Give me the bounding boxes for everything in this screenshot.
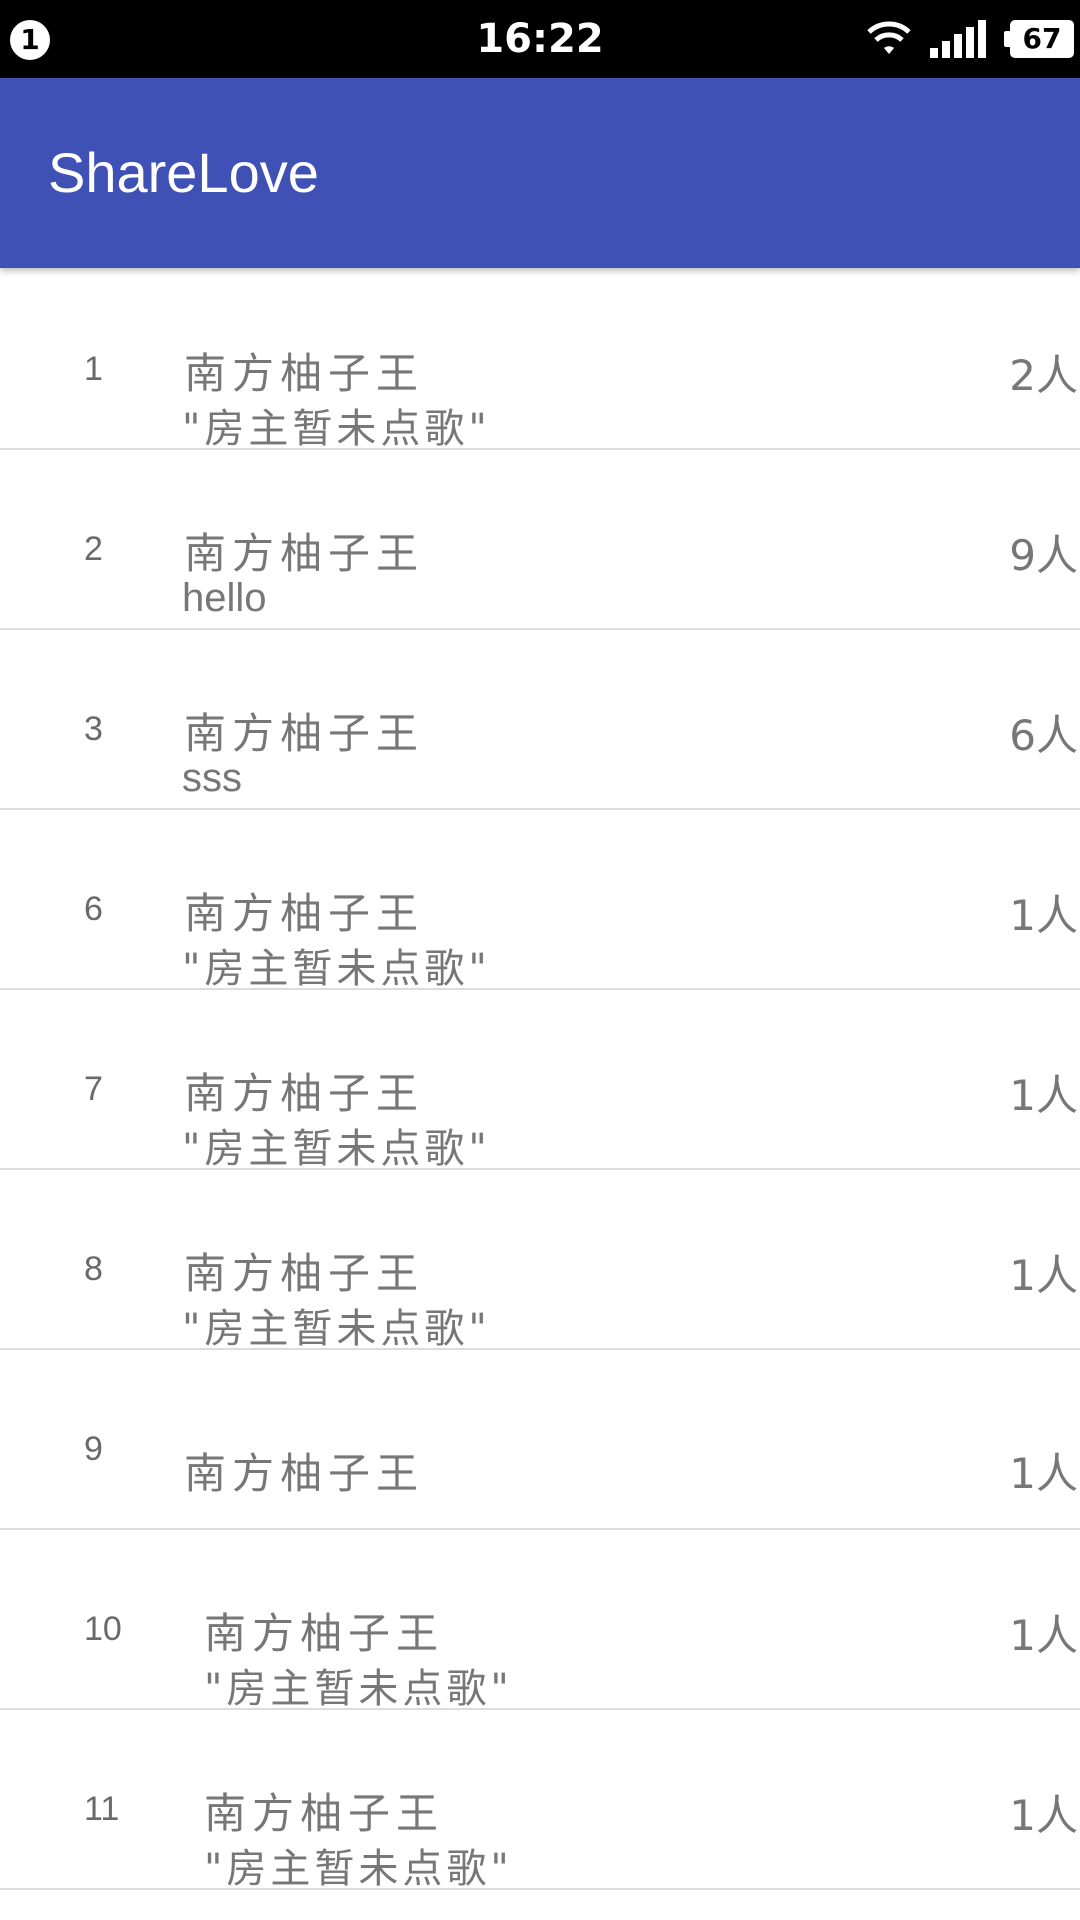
list-item[interactable]: 6 南方柚子王 "房主暂未点歌" 1人 [0,810,1080,992]
room-owner: 南方柚子王 [184,889,425,938]
room-number: 8 [84,1250,103,1288]
room-member-count: 1人 [1009,1251,1078,1300]
battery-icon: 67 [1004,20,1076,58]
room-song: sss [182,756,242,800]
room-owner: 南方柚子王 [184,1249,425,1298]
room-owner: 南方柚子王 [204,1789,445,1838]
room-member-count: 1人 [1009,1449,1078,1498]
room-song: "房主暂未点歌" [182,946,491,992]
battery-level: 67 [1010,20,1074,58]
room-member-count: 1人 [1009,1071,1078,1120]
status-bar: 1 16:22 67 [0,0,1080,78]
room-number: 10 [84,1610,122,1648]
signal-icon [930,20,986,58]
room-song: "房主暂未点歌" [182,1306,491,1352]
list-item[interactable]: 7 南方柚子王 "房主暂未点歌" 1人 [0,990,1080,1172]
room-song: "房主暂未点歌" [182,1126,491,1172]
room-owner: 南方柚子王 [184,349,425,398]
room-owner: 南方柚子王 [204,1609,445,1658]
wifi-icon [867,21,911,54]
room-member-count: 2人 [1009,351,1078,400]
status-clock: 16:22 [476,16,604,62]
room-owner: 南方柚子王 [184,709,425,758]
list-item[interactable]: 1 南方柚子王 "房主暂未点歌" 2人 [0,270,1080,452]
room-number: 7 [84,1070,103,1108]
app-title: ShareLove [48,141,319,204]
room-owner: 南方柚子王 [184,1449,425,1498]
list-item[interactable]: 8 南方柚子王 "房主暂未点歌" 1人 [0,1170,1080,1352]
room-member-count: 1人 [1009,1611,1078,1660]
room-number: 11 [84,1790,120,1828]
room-owner: 南方柚子王 [184,529,425,578]
room-member-count: 1人 [1009,891,1078,940]
list-item[interactable]: 9 南方柚子王 1人 [0,1350,1080,1530]
room-song: "房主暂未点歌" [204,1666,513,1712]
room-number: 2 [84,530,103,568]
room-number: 1 [84,350,103,388]
list-item[interactable]: 11 南方柚子王 "房主暂未点歌" 1人 [0,1710,1080,1892]
room-number: 9 [84,1430,103,1468]
room-member-count: 6人 [1009,711,1078,760]
list-item[interactable]: 3 南方柚子王 sss 6人 [0,630,1080,810]
room-member-count: 9人 [1009,531,1078,580]
app-bar: ShareLove [0,78,1080,268]
room-song: "房主暂未点歌" [204,1846,513,1892]
room-member-count: 1人 [1009,1791,1078,1840]
room-number: 3 [84,710,103,748]
room-list: 1 南方柚子王 "房主暂未点歌" 2人 2 南方柚子王 hello 9人 3 南… [0,270,1080,1892]
room-owner: 南方柚子王 [184,1069,425,1118]
room-song: hello [182,576,267,620]
room-number: 6 [84,890,103,928]
room-song: "房主暂未点歌" [182,406,491,452]
list-item[interactable]: 2 南方柚子王 hello 9人 [0,450,1080,630]
list-item[interactable]: 10 南方柚子王 "房主暂未点歌" 1人 [0,1530,1080,1712]
